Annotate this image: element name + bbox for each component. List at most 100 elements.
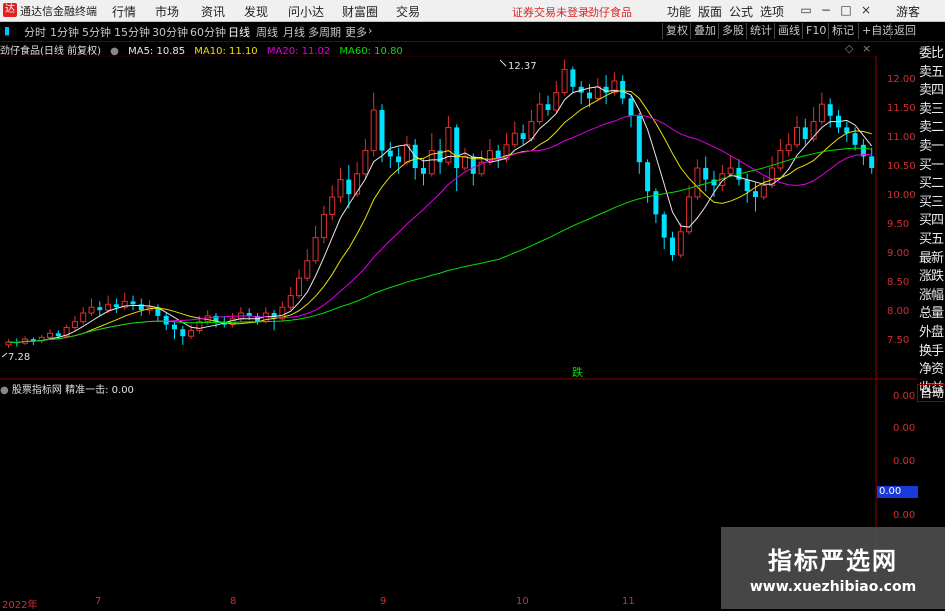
menu-gongneng[interactable]: 功能 xyxy=(667,3,691,20)
menu-zixun[interactable]: 资讯 xyxy=(201,3,225,20)
menu-banmian[interactable]: 版面 xyxy=(698,3,722,20)
candle[interactable] xyxy=(661,214,667,238)
btn-fuquan[interactable]: 复权 xyxy=(662,23,691,39)
candle[interactable] xyxy=(97,307,103,311)
side-item[interactable]: 卖二 xyxy=(917,119,945,138)
btn-fanhui[interactable]: 返回 xyxy=(890,23,919,39)
candle[interactable] xyxy=(163,315,169,325)
candle[interactable] xyxy=(645,162,651,192)
side-item[interactable]: 卖三 xyxy=(917,101,945,120)
candle[interactable] xyxy=(370,109,377,152)
side-item[interactable]: 买五 xyxy=(917,231,945,250)
close-icon[interactable]: × xyxy=(858,2,874,18)
tab-weekly[interactable]: 周线 xyxy=(256,24,278,40)
candle[interactable] xyxy=(396,156,402,163)
candle[interactable] xyxy=(545,104,551,110)
menu-caifuquan[interactable]: 财富圈 xyxy=(342,3,378,20)
tab-30min[interactable]: 30分钟 xyxy=(152,24,188,40)
candle[interactable] xyxy=(88,306,95,314)
tab-multi-period[interactable]: 多周期 xyxy=(308,24,341,40)
candle[interactable] xyxy=(818,103,825,123)
pin-icon[interactable]: ▮ xyxy=(4,24,10,37)
candle[interactable] xyxy=(312,237,319,262)
menu-xuanxiang[interactable]: 选项 xyxy=(760,3,784,20)
candle[interactable] xyxy=(727,167,734,175)
candle[interactable] xyxy=(594,86,601,99)
menu-faxian[interactable]: 发现 xyxy=(244,3,268,20)
candle[interactable] xyxy=(794,126,800,146)
candle[interactable] xyxy=(670,237,675,255)
candle[interactable] xyxy=(587,92,592,99)
candle[interactable] xyxy=(827,104,833,116)
settings-dot-icon[interactable]: ● xyxy=(0,385,9,396)
side-item[interactable]: 外盘 xyxy=(917,324,945,343)
side-item[interactable]: 净资 xyxy=(917,361,945,380)
candle[interactable] xyxy=(777,150,784,169)
candle[interactable] xyxy=(802,127,808,139)
candle[interactable] xyxy=(287,295,294,308)
side-item[interactable]: 买二 xyxy=(917,175,945,194)
auto-button[interactable]: 自动 xyxy=(917,384,945,402)
side-item[interactable]: 涨幅 xyxy=(917,287,945,306)
side-item[interactable]: 买三 xyxy=(917,194,945,213)
candle[interactable] xyxy=(785,144,792,152)
candle[interactable] xyxy=(296,277,302,297)
candle[interactable] xyxy=(677,231,684,256)
tab-more[interactable]: 更多 xyxy=(345,24,367,40)
candle[interactable] xyxy=(760,184,767,198)
guest-user[interactable]: 游客 xyxy=(896,3,920,20)
btn-diejia[interactable]: 叠加 xyxy=(690,23,719,39)
side-item[interactable]: 最新 xyxy=(917,250,945,269)
tab-daily[interactable]: 日线 xyxy=(228,24,250,40)
candle[interactable] xyxy=(105,303,112,311)
trade-login-notice[interactable]: 证券交易未登录 xyxy=(512,4,589,20)
menu-jiaoyi[interactable]: 交易 xyxy=(396,3,420,20)
side-item[interactable]: 委比 xyxy=(917,45,945,64)
candle[interactable] xyxy=(421,168,426,174)
candle[interactable] xyxy=(346,179,352,195)
side-item[interactable]: 买四 xyxy=(917,212,945,231)
candle[interactable] xyxy=(387,150,393,157)
candle[interactable] xyxy=(536,103,543,123)
candle[interactable] xyxy=(320,213,327,239)
candle[interactable] xyxy=(636,115,642,163)
candle[interactable] xyxy=(528,121,535,140)
candle[interactable] xyxy=(362,150,369,175)
candle[interactable] xyxy=(570,69,576,87)
candle[interactable] xyxy=(55,333,61,337)
candle[interactable] xyxy=(180,329,186,337)
candle[interactable] xyxy=(753,191,758,197)
side-item[interactable]: 卖一 xyxy=(917,138,945,157)
candle[interactable] xyxy=(304,260,311,279)
candle[interactable] xyxy=(553,92,560,111)
menu-gongshi[interactable]: 公式 xyxy=(729,3,753,20)
diamond-icon[interactable]: ◇ xyxy=(845,42,853,55)
maximize-icon[interactable]: □ xyxy=(838,2,854,18)
menu-wenxiaoda[interactable]: 问小达 xyxy=(288,3,324,20)
side-item[interactable]: 买一 xyxy=(917,157,945,176)
side-item[interactable]: 总量 xyxy=(917,305,945,324)
candle[interactable] xyxy=(71,321,78,329)
btn-huaxian[interactable]: 画线 xyxy=(774,23,803,39)
tab-1min[interactable]: 1分钟 xyxy=(50,24,79,40)
candle[interactable] xyxy=(337,179,344,198)
tab-15min[interactable]: 15分钟 xyxy=(114,24,150,40)
candle[interactable] xyxy=(130,301,136,305)
side-item[interactable]: 换手 xyxy=(917,343,945,362)
candle[interactable] xyxy=(694,167,701,198)
tab-60min[interactable]: 60分钟 xyxy=(190,24,226,40)
candle[interactable] xyxy=(869,156,875,168)
candle[interactable] xyxy=(329,196,336,215)
candle[interactable] xyxy=(852,133,858,145)
candle[interactable] xyxy=(744,179,750,192)
close-chart-icon[interactable]: × xyxy=(862,42,871,55)
candle[interactable] xyxy=(80,312,87,323)
candle[interactable] xyxy=(172,324,177,330)
candle[interactable] xyxy=(188,329,195,337)
restore-icon[interactable]: ▭ xyxy=(798,2,814,18)
chevron-right-icon[interactable]: › xyxy=(368,24,372,37)
side-item[interactable]: 涨跌 xyxy=(917,268,945,287)
btn-tongji[interactable]: 统计 xyxy=(746,23,775,39)
candle[interactable] xyxy=(113,304,119,308)
candle[interactable] xyxy=(30,339,36,341)
